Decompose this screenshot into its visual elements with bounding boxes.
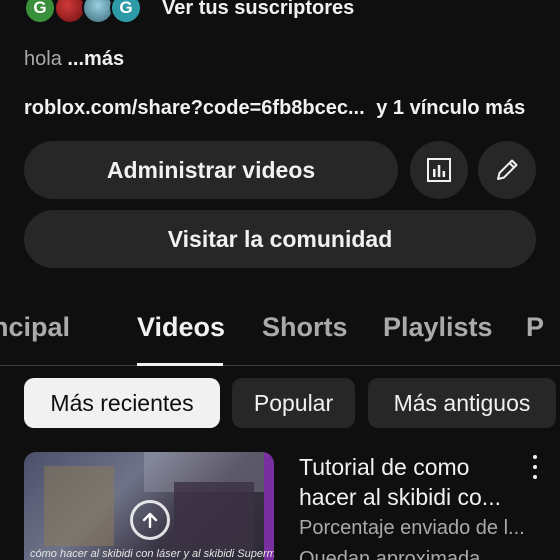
visit-community-button[interactable]: Visitar la comunidad	[24, 210, 536, 268]
video-title[interactable]: Tutorial de como hacer al skibidi co...	[299, 452, 524, 512]
channel-tabs: ncipal Videos Shorts Playlists P	[0, 300, 560, 366]
menu-dot	[533, 475, 537, 479]
menu-dot	[533, 465, 537, 469]
bar-chart-icon	[427, 158, 451, 182]
analytics-button[interactable]	[410, 141, 468, 199]
tab-playlists[interactable]: Playlists	[383, 312, 493, 343]
subscribers-row[interactable]: G G Ver tus suscriptores	[24, 0, 354, 28]
upload-time-remaining: Quedan aproximada...	[299, 548, 497, 560]
edit-channel-button[interactable]	[478, 141, 536, 199]
description-text: hola	[24, 48, 62, 70]
channel-links[interactable]: roblox.com/share?code=6fb8bcec... y 1 ví…	[24, 97, 525, 120]
pencil-icon	[497, 159, 518, 180]
arrow-up-icon	[142, 512, 158, 529]
view-subscribers-link[interactable]: Ver tus suscriptores	[162, 0, 354, 20]
thumbnail-caption: cómo hacer al skibidi con láser y al ski…	[30, 548, 274, 560]
tab-posts[interactable]: P	[526, 312, 544, 343]
selected-tab-indicator	[137, 363, 223, 366]
channel-link-text[interactable]: roblox.com/share?code=6fb8bcec...	[24, 97, 365, 119]
tab-shorts[interactable]: Shorts	[262, 312, 348, 343]
thumbnail-shape	[44, 466, 114, 546]
tab-home[interactable]: ncipal	[0, 312, 70, 343]
more-options-icon[interactable]	[527, 455, 543, 479]
tab-videos[interactable]: Videos	[137, 312, 225, 343]
upload-status: Porcentaje enviado de l...	[299, 517, 525, 539]
avatar	[82, 0, 114, 24]
thumbnail-edge	[264, 452, 274, 560]
description-more-link[interactable]: ...más	[67, 48, 124, 70]
channel-page: G G Ver tus suscriptores hola ...más rob…	[0, 0, 560, 560]
avatar	[54, 0, 86, 24]
filter-chip-oldest[interactable]: Más antiguos	[368, 378, 556, 428]
avatar: G	[110, 0, 142, 24]
thumbnail-shape	[174, 482, 254, 552]
avatar: G	[24, 0, 56, 24]
video-thumbnail[interactable]: cómo hacer al skibidi con láser y al ski…	[24, 452, 274, 560]
filter-chip-popular[interactable]: Popular	[232, 378, 355, 428]
manage-videos-button[interactable]: Administrar videos	[24, 141, 398, 199]
menu-dot	[533, 455, 537, 459]
channel-description[interactable]: hola ...más	[24, 48, 124, 71]
upload-progress-icon	[130, 500, 170, 540]
filter-chip-recent[interactable]: Más recientes	[24, 378, 220, 428]
subscriber-avatars: G G	[24, 0, 154, 28]
more-links-text[interactable]: y 1 vínculo más	[376, 97, 525, 119]
